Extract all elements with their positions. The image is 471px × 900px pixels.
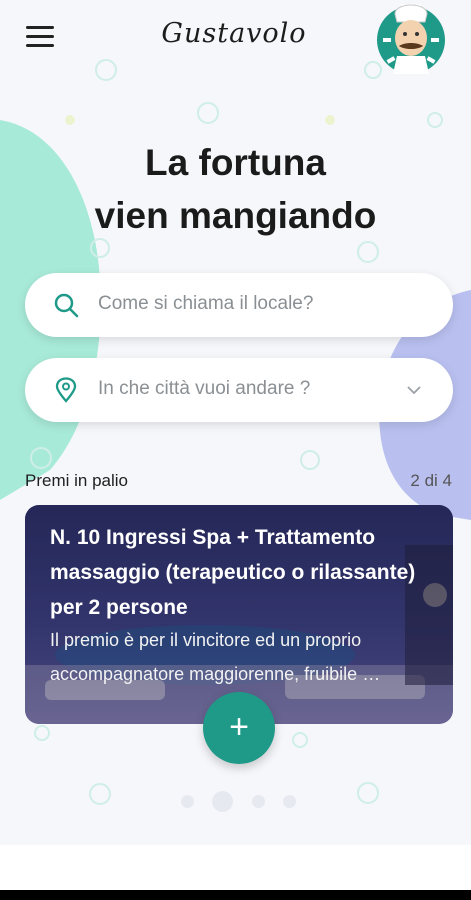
- search-input[interactable]: Come si chiama il locale?: [25, 273, 453, 337]
- prizes-pager: 2 di 4: [410, 471, 452, 490]
- hero-headline: La fortuna vien mangiando: [40, 136, 431, 242]
- carousel-dot-4[interactable]: [283, 795, 296, 808]
- system-navigation-bar: [0, 890, 471, 900]
- app-logo: Gustavolo: [161, 18, 307, 49]
- prize-card-title: N. 10 Ingressi Spa + Trattamento massagg…: [50, 526, 416, 619]
- prize-card-description-line-1: Il premio è per il vincitore ed un propr…: [50, 630, 362, 650]
- prize-card-description-line-2: accompagnatore maggiorenne, fruibile …: [50, 664, 381, 684]
- hero-line-2: vien mangiando: [94, 195, 377, 236]
- search-icon: [54, 293, 79, 318]
- plus-icon[interactable]: +: [203, 692, 275, 764]
- hero-line-1: La fortuna: [145, 142, 326, 183]
- carousel-dot-3[interactable]: [252, 795, 265, 808]
- city-select[interactable]: In che città vuoi andare ?: [25, 358, 453, 422]
- chevron-down-icon: [407, 386, 421, 395]
- prize-card-description: Il premio è per il vincitore ed un propr…: [50, 623, 435, 691]
- city-placeholder: In che città vuoi andare ?: [98, 378, 311, 399]
- chef-avatar-icon[interactable]: [375, 0, 447, 74]
- carousel-dot-1[interactable]: [181, 795, 194, 808]
- search-placeholder: Come si chiama il locale?: [98, 293, 314, 314]
- hamburger-menu-icon[interactable]: [26, 26, 54, 47]
- prizes-section-label: Premi in palio: [25, 471, 128, 490]
- carousel-dot-2-active[interactable]: [212, 791, 233, 812]
- location-pin-icon: [55, 377, 77, 403]
- carousel-dots: [0, 790, 471, 814]
